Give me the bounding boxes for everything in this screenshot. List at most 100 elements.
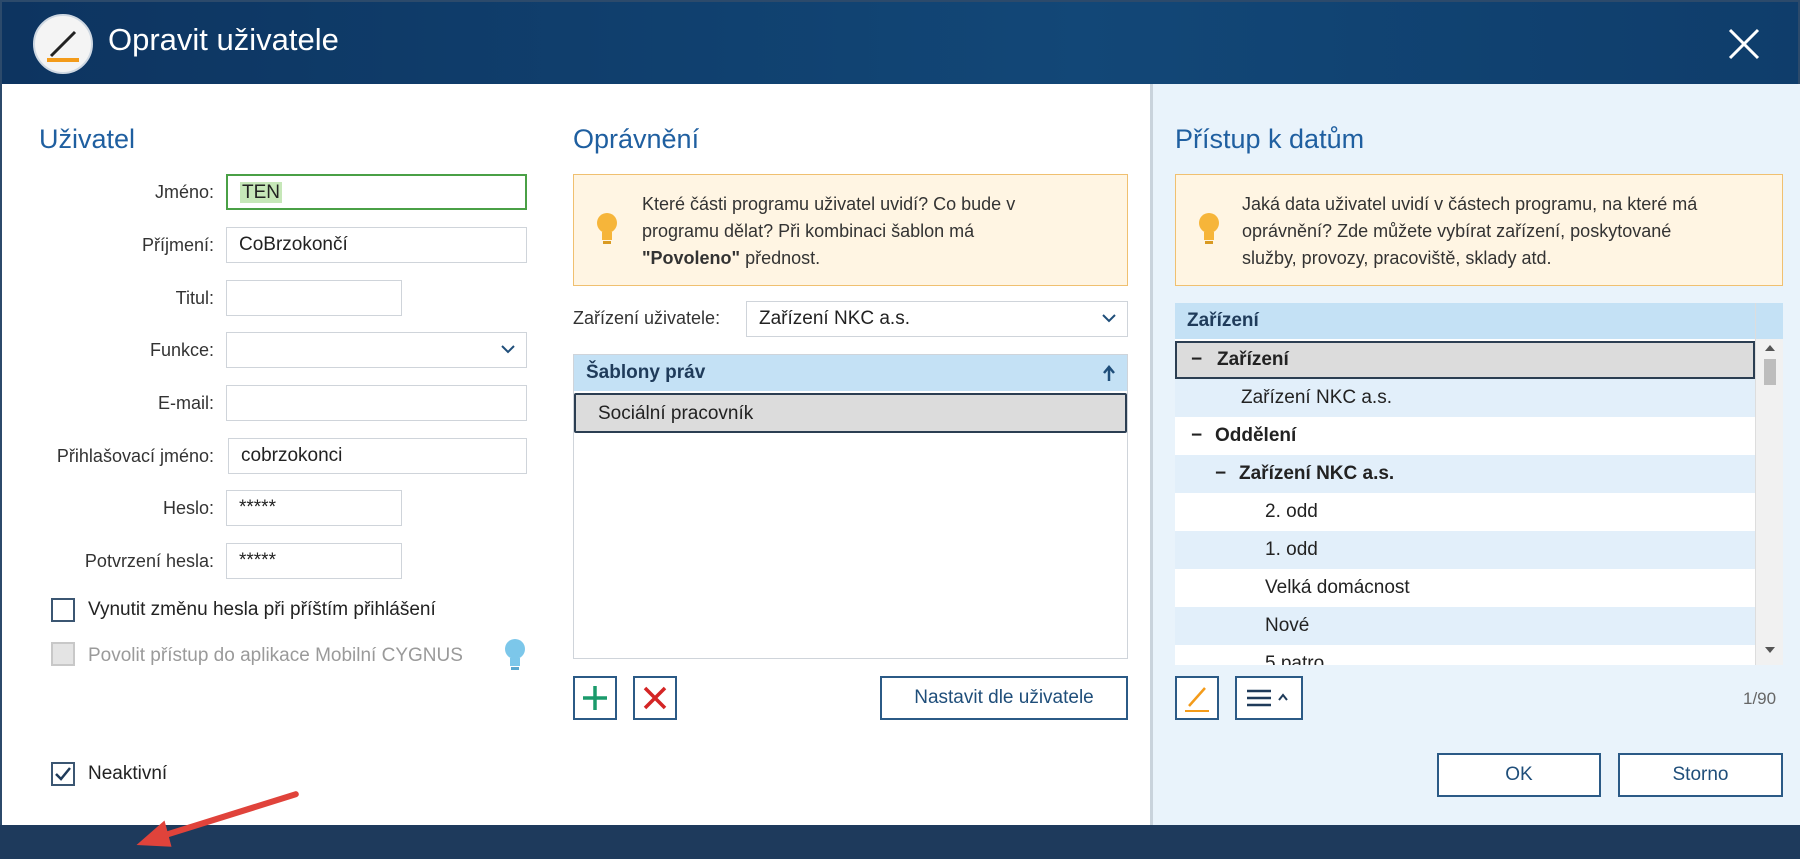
- record-counter: 1/90: [1743, 689, 1777, 708]
- tree-row-label: 5.patro: [1265, 653, 1325, 665]
- last-name-label: Příjmení:: [141, 235, 214, 255]
- templates-table: Šablony práv Sociální pracovník: [573, 354, 1128, 659]
- tree-row[interactable]: 1. odd: [1175, 531, 1755, 569]
- email-field[interactable]: [226, 385, 527, 421]
- templates-header-label: Šablony práv: [586, 362, 706, 383]
- remove-template-button[interactable]: [633, 676, 677, 720]
- edit-button[interactable]: [1175, 676, 1219, 720]
- titlebar: Opravit uživatele: [2, 2, 1798, 84]
- scroll-down-icon[interactable]: [1765, 647, 1775, 653]
- title-label: Titul:: [175, 288, 214, 308]
- password-confirm-label: Potvrzení hesla:: [84, 551, 214, 571]
- device-value: Zařízení NKC a.s.: [759, 308, 910, 329]
- last-name-value: CoBrzokončí: [239, 234, 348, 255]
- cancel-button[interactable]: Storno: [1618, 753, 1783, 797]
- password-label: Heslo:: [162, 498, 214, 518]
- edit-icon: [1185, 687, 1209, 712]
- menu-button[interactable]: [1235, 676, 1303, 720]
- mobile-access-checkbox: [51, 642, 75, 666]
- tree-header: Zařízení: [1175, 303, 1755, 339]
- main-panel: Uživatel Jméno: TEN Příjmení: CoBrzokonč…: [2, 84, 1150, 847]
- tree-scrollbar[interactable]: [1755, 303, 1783, 665]
- template-row[interactable]: Sociální pracovník: [574, 393, 1127, 433]
- title-field[interactable]: [226, 280, 402, 316]
- data-access-panel: Přístup k datům Jaká data uživatel uvidí…: [1150, 84, 1800, 825]
- templates-header[interactable]: Šablony práv: [574, 355, 1127, 391]
- edit-user-dialog: Opravit uživatele Uživatel Jméno: TEN Př…: [0, 0, 1800, 847]
- collapse-icon: −: [1191, 349, 1203, 370]
- add-template-button[interactable]: [573, 676, 617, 720]
- checkmark-icon: [55, 767, 71, 781]
- menu-icon: [1247, 689, 1288, 707]
- scroll-up-icon[interactable]: [1765, 345, 1775, 351]
- data-access-title: Přístup k datům: [1175, 124, 1365, 154]
- device-label: Zařízení uživatele:: [573, 308, 721, 328]
- permissions-hint-line1: Které části programu uživatel uvidí? Co …: [642, 194, 1016, 214]
- password-confirm-field[interactable]: *****: [226, 543, 402, 579]
- permissions-hint: Které části programu uživatel uvidí? Co …: [573, 174, 1128, 286]
- inactive-label: Neaktivní: [88, 763, 168, 784]
- facility-tree: Zařízení − Zařízení Zařízení NKC a.s. − …: [1175, 303, 1783, 665]
- collapse-icon: −: [1191, 425, 1203, 446]
- ok-button[interactable]: OK: [1437, 753, 1601, 797]
- permissions-hint-bold: "Povoleno": [642, 248, 741, 268]
- x-icon: [643, 686, 667, 710]
- permissions-hint-tail: přednost.: [740, 248, 821, 268]
- collapse-icon: −: [1215, 463, 1227, 484]
- annotation-arrow: [136, 791, 299, 847]
- lightbulb-icon: [597, 213, 617, 244]
- user-section-title: Uživatel: [39, 124, 136, 154]
- permissions-hint-line3: "Povoleno" přednost.: [642, 245, 1113, 272]
- permissions-hint-text: Které části programu uživatel uvidí? Co …: [642, 191, 1113, 272]
- first-name-value: TEN: [240, 182, 282, 203]
- function-select[interactable]: [226, 332, 527, 368]
- permissions-section-title: Oprávnění: [573, 124, 700, 154]
- tree-row-label: 1. odd: [1265, 539, 1318, 560]
- tree-row[interactable]: Velká domácnost: [1175, 569, 1755, 607]
- set-by-user-button[interactable]: Nastavit dle uživatele: [880, 676, 1128, 720]
- tree-row-label: 2. odd: [1265, 501, 1318, 522]
- close-icon: [1728, 28, 1760, 60]
- function-label: Funkce:: [149, 340, 214, 360]
- tree-row-label: Zařízení: [1217, 349, 1289, 370]
- tree-row-label: Zařízení NKC a.s.: [1241, 387, 1392, 408]
- data-access-hint-text: Jaká data uživatel uvidí v částech progr…: [1242, 191, 1768, 272]
- first-name-field[interactable]: TEN: [226, 174, 527, 210]
- tree-row[interactable]: − Zařízení NKC a.s.: [1175, 455, 1755, 493]
- login-label: Přihlašovací jméno:: [56, 446, 214, 466]
- device-select[interactable]: Zařízení NKC a.s.: [746, 301, 1128, 337]
- lightbulb-icon: [1199, 213, 1219, 244]
- password-value: *****: [239, 497, 276, 518]
- tree-row-label: Zařízení NKC a.s.: [1239, 463, 1395, 484]
- tree-row[interactable]: − Oddělení: [1175, 417, 1755, 455]
- window-title: Opravit uživatele: [108, 22, 339, 57]
- scrollbar-header-cap: [1756, 303, 1783, 339]
- data-access-hint-line3: služby, provozy, pracoviště, sklady atd.: [1242, 248, 1552, 268]
- chevron-down-icon: [1102, 314, 1116, 323]
- password-confirm-value: *****: [239, 550, 276, 571]
- tree-row-label: Velká domácnost: [1265, 577, 1410, 598]
- login-field[interactable]: cobrzokonci: [228, 438, 527, 474]
- password-field[interactable]: *****: [226, 490, 402, 526]
- tree-row-label: Oddělení: [1215, 425, 1297, 446]
- data-access-hint-line1: Jaká data uživatel uvidí v částech progr…: [1242, 194, 1698, 214]
- tree-row-label: Nové: [1265, 615, 1310, 636]
- lightbulb-icon[interactable]: [502, 637, 528, 673]
- mobile-access-label: Povolit přístup do aplikace Mobilní CYGN…: [88, 645, 463, 666]
- close-button[interactable]: [1724, 24, 1764, 64]
- data-access-hint-line2: oprávnění? Zde můžete vybírat zařízení, …: [1242, 221, 1672, 241]
- force-change-checkbox[interactable]: [51, 598, 75, 622]
- last-name-field[interactable]: CoBrzokončí: [226, 227, 527, 263]
- sort-up-icon: [1103, 365, 1115, 381]
- tree-row[interactable]: Zařízení NKC a.s.: [1175, 379, 1755, 417]
- inactive-checkbox[interactable]: [51, 762, 75, 786]
- first-name-label: Jméno:: [154, 182, 214, 202]
- tree-row[interactable]: Nové: [1175, 607, 1755, 645]
- template-row-label: Sociální pracovník: [598, 403, 754, 424]
- email-label: E-mail:: [157, 393, 214, 413]
- tree-row[interactable]: 2. odd: [1175, 493, 1755, 531]
- scroll-thumb[interactable]: [1764, 359, 1776, 385]
- tree-row[interactable]: 5.patro: [1175, 645, 1755, 665]
- tree-row[interactable]: − Zařízení: [1175, 341, 1755, 379]
- pencil-icon: [33, 14, 93, 74]
